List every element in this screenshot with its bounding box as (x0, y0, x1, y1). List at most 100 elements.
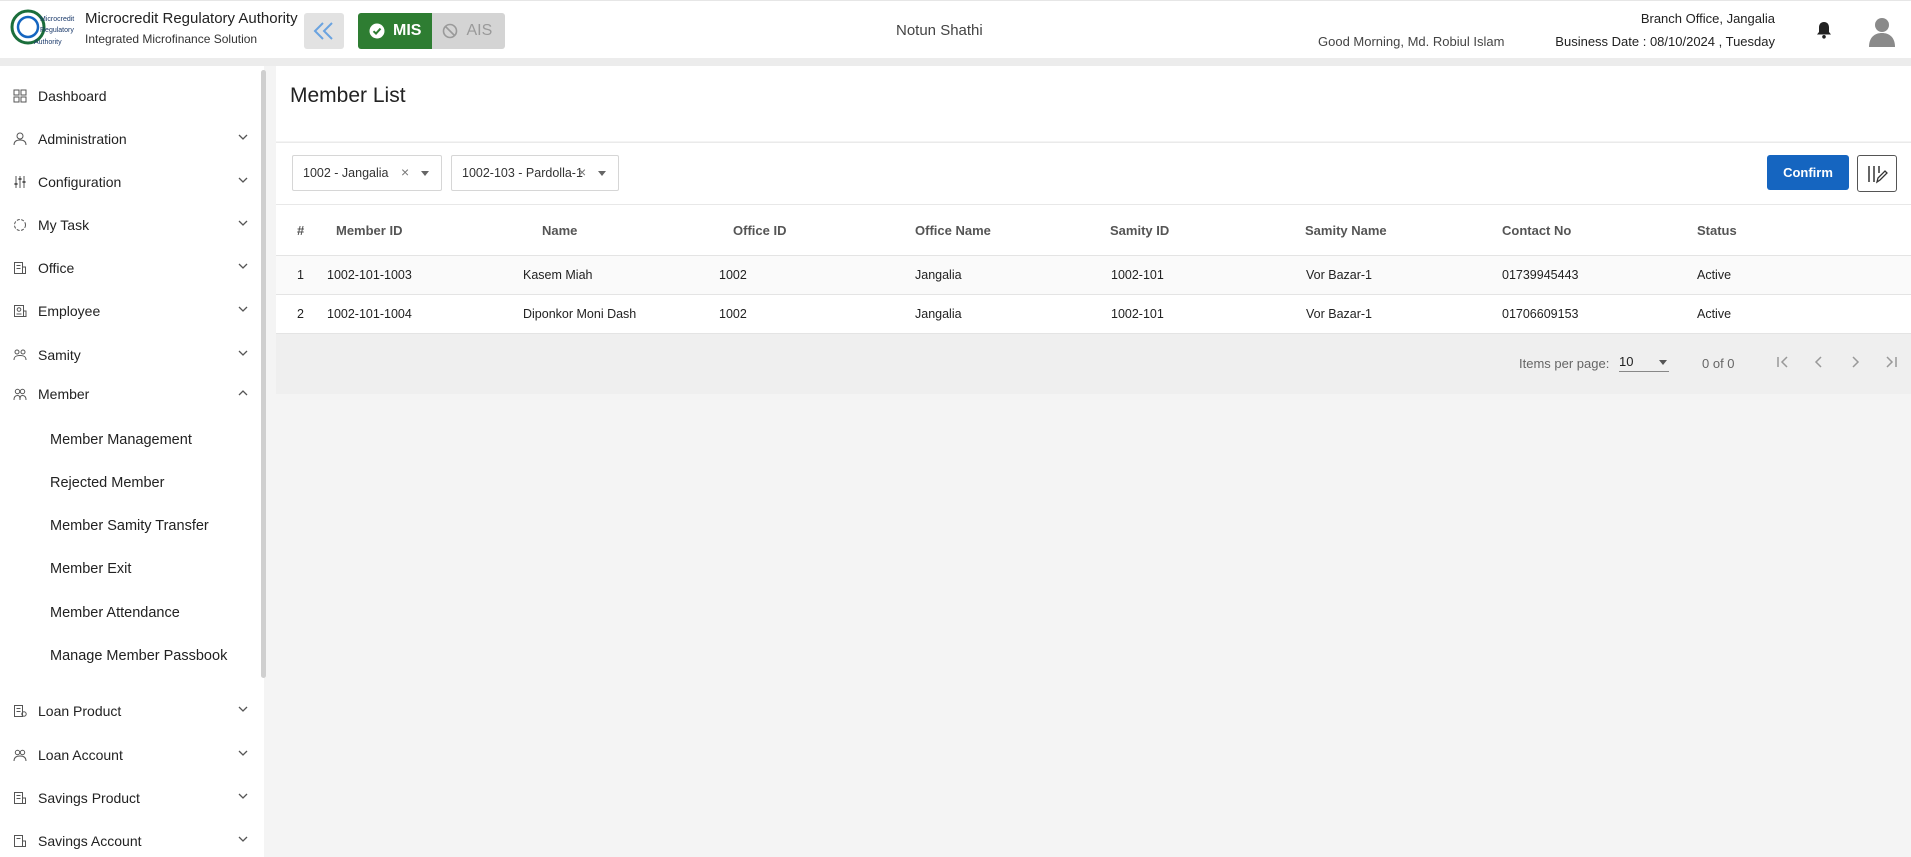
sidebar-item-savings-account[interactable]: Savings Account (0, 826, 256, 856)
ais-mode-button[interactable]: AIS (432, 13, 506, 49)
svg-text:Microcredit: Microcredit (40, 16, 74, 23)
collapse-sidebar-button[interactable] (304, 13, 344, 49)
page-range: 0 of 0 (1702, 356, 1735, 371)
sidebar-item-configuration[interactable]: Configuration (0, 167, 256, 197)
sidebar-item-loan-product[interactable]: Loan Product (0, 696, 256, 726)
clear-icon[interactable]: × (578, 164, 586, 180)
paginator: Items per page: 10 0 of 0 (276, 334, 1911, 394)
cell-contact-no: 01739945443 (1502, 268, 1579, 282)
chevron-down-icon (238, 220, 248, 226)
table-header: # Member ID Name Office ID Office Name S… (276, 205, 1911, 256)
ais-mode-label: AIS (466, 22, 493, 39)
sidebar-item-samity[interactable]: Samity (0, 340, 256, 370)
cell-index: 1 (297, 268, 304, 282)
dashboard-icon (13, 89, 27, 103)
sidebar-item-label: Savings Product (38, 790, 140, 806)
chevron-down-icon (238, 706, 248, 712)
previous-page-icon[interactable] (1810, 354, 1828, 370)
sidebar-subitem-rejected-member[interactable]: Rejected Member (50, 475, 164, 491)
page-size-select[interactable]: 10 (1619, 354, 1669, 372)
org-subtitle: Integrated Microfinance Solution (85, 32, 258, 46)
cell-index: 2 (297, 307, 304, 321)
sidebar-item-label: Savings Account (38, 833, 142, 849)
sidebar-item-label: Employee (38, 303, 101, 319)
member-icon (13, 388, 27, 401)
column-header[interactable]: Office ID (733, 223, 786, 238)
clear-icon[interactable]: × (401, 164, 409, 180)
employee-icon (14, 305, 27, 317)
column-header[interactable]: Office Name (915, 223, 991, 238)
branch-office: Branch Office, Jangalia (1640, 11, 1775, 26)
mis-mode-button[interactable]: MIS (358, 13, 433, 49)
sidebar-item-member[interactable]: Member (0, 379, 256, 409)
next-page-icon[interactable] (1846, 354, 1864, 370)
app-name: Notun Shathi (896, 22, 983, 39)
column-header[interactable]: Status (1697, 223, 1737, 238)
chevron-down-icon (238, 793, 248, 799)
top-header: Microcredit Regulatory Authority Microcr… (0, 0, 1911, 59)
office-icon (14, 262, 26, 274)
dropdown-arrow-icon (598, 171, 606, 176)
samity-icon (13, 349, 27, 361)
column-header[interactable]: Name (542, 223, 577, 238)
sidebar-item-my-task[interactable]: My Task (0, 210, 256, 240)
column-header[interactable]: # (297, 223, 304, 238)
column-header[interactable]: Member ID (336, 223, 402, 238)
dropdown-arrow-icon (1659, 360, 1667, 365)
cell-status: Active (1697, 268, 1732, 282)
first-page-icon[interactable] (1774, 354, 1792, 370)
sidebar-scrollbar[interactable] (261, 70, 266, 678)
sidebar-subitem-manage-member-passbook[interactable]: Manage Member Passbook (50, 648, 227, 664)
sidebar-item-office[interactable]: Office (0, 253, 256, 283)
cell-office-id: 1002 (719, 307, 747, 321)
sidebar-item-loan-account[interactable]: Loan Account (0, 740, 256, 770)
office-select[interactable]: 1002 - Jangalia × (292, 155, 442, 191)
chevron-down-icon (238, 177, 248, 183)
block-icon (443, 23, 458, 39)
column-settings-button[interactable] (1857, 155, 1897, 192)
table-row[interactable]: 1 1002-101-1003 Kasem Miah 1002 Jangalia… (276, 256, 1911, 295)
chevron-up-icon (238, 390, 248, 396)
sidebar-item-dashboard[interactable]: Dashboard (0, 81, 256, 111)
user-avatar-icon[interactable] (1866, 15, 1898, 47)
sidebar-item-label: My Task (38, 217, 90, 233)
chevron-down-icon (238, 306, 248, 312)
sidebar-item-savings-product[interactable]: Savings Product (0, 783, 256, 813)
sidebar-item-employee[interactable]: Employee (0, 296, 256, 326)
loan-product-icon (14, 705, 27, 717)
sidebar-subitem-member-exit[interactable]: Member Exit (50, 561, 131, 577)
task-icon (14, 219, 26, 231)
chevron-down-icon (238, 750, 248, 756)
cell-samity-name: Vor Bazar-1 (1306, 268, 1373, 282)
cell-office-id: 1002 (719, 268, 747, 282)
cell-status: Active (1697, 307, 1732, 321)
notification-bell-icon[interactable] (1816, 21, 1832, 39)
last-page-icon[interactable] (1882, 354, 1900, 370)
column-header[interactable]: Samity ID (1110, 223, 1169, 238)
cell-office-name: Jangalia (915, 268, 962, 282)
sidebar-item-label: Loan Account (38, 747, 123, 763)
sidebar-subitem-member-management[interactable]: Member Management (50, 432, 192, 448)
chevron-down-icon (238, 134, 248, 140)
sidebar-item-label: Loan Product (38, 703, 122, 719)
column-header[interactable]: Contact No (1502, 223, 1571, 238)
svg-text:Authority: Authority (34, 39, 62, 46)
sidebar-subitem-member-attendance[interactable]: Member Attendance (50, 605, 180, 621)
samity-select-value: 1002-103 - Pardolla-1 (462, 166, 583, 180)
check-circle-icon (369, 23, 385, 39)
header-divider (0, 58, 1911, 66)
cell-member-id: 1002-101-1003 (327, 268, 412, 282)
samity-select[interactable]: 1002-103 - Pardolla-1 × (451, 155, 619, 191)
mode-toggle: MIS AIS (358, 13, 506, 49)
mra-logo: Microcredit Regulatory Authority (10, 9, 74, 46)
sidebar-item-administration[interactable]: Administration (0, 124, 256, 154)
sidebar-subitem-member-samity-transfer[interactable]: Member Samity Transfer (50, 518, 209, 534)
table-row[interactable]: 2 1002-101-1004 Diponkor Moni Dash 1002 … (276, 295, 1911, 334)
confirm-button[interactable]: Confirm (1767, 155, 1849, 190)
chevron-down-icon (238, 263, 248, 269)
chevron-down-icon (238, 836, 248, 842)
column-header[interactable]: Samity Name (1305, 223, 1387, 238)
savings-account-icon (14, 835, 26, 847)
org-name: Microcredit Regulatory Authority (85, 10, 298, 27)
chevron-down-icon (238, 350, 248, 356)
